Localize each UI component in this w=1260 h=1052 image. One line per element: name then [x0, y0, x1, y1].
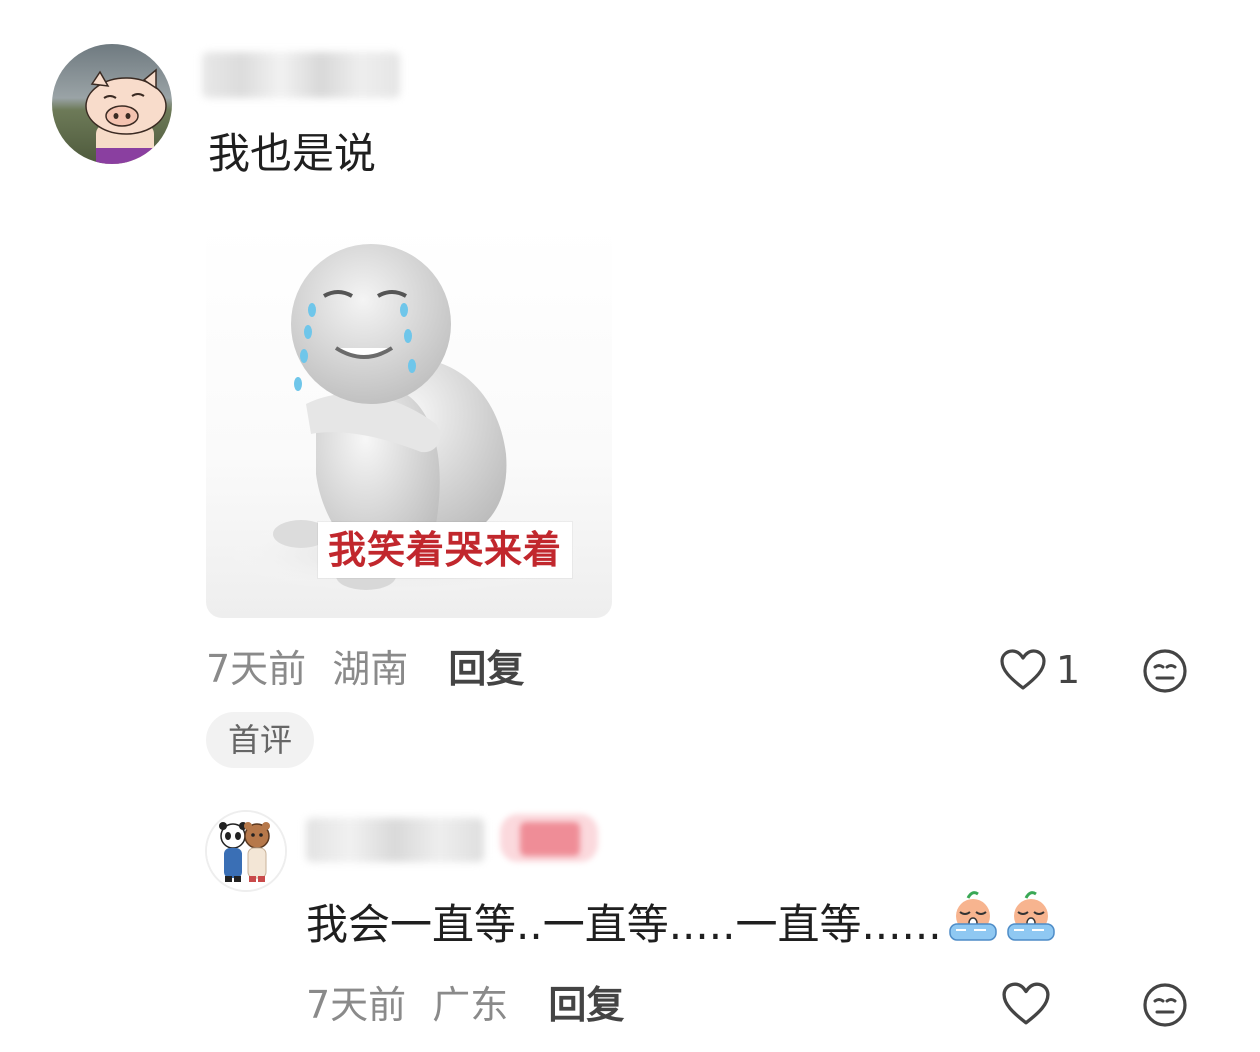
like-button[interactable]: 1	[1000, 646, 1080, 694]
replier-badge-inner-blurred	[520, 822, 580, 856]
heart-outline-icon	[1000, 649, 1046, 690]
reply-button[interactable]: 回复	[448, 647, 524, 691]
reply-time: 7天前	[306, 983, 407, 1027]
dislike-button[interactable]	[1142, 982, 1188, 1032]
reply-button[interactable]: 回复	[548, 983, 624, 1027]
replier-name-blurred[interactable]	[306, 818, 484, 862]
heart-outline-icon	[1002, 982, 1050, 1025]
like-button[interactable]	[1002, 982, 1050, 1030]
reply-meta: 7天前 广东 回复	[306, 980, 624, 1030]
cartoon-pig-avatar-icon	[52, 44, 172, 164]
replier-avatar[interactable]	[205, 810, 287, 892]
crying-emoji-icon	[1004, 890, 1058, 960]
neutral-face-icon	[1143, 649, 1187, 693]
commenter-name-blurred[interactable]	[202, 52, 400, 98]
comment-text: 我也是说	[208, 129, 377, 178]
comment-location: 湖南	[332, 647, 409, 691]
neutral-face-icon	[1143, 983, 1187, 1027]
reply-text-row: 我会一直等..一直等.....一直等......	[306, 890, 1058, 960]
commenter-avatar[interactable]	[52, 44, 172, 164]
comment-meta: 7天前 湖南 回复	[206, 644, 524, 694]
like-count: 1	[1056, 648, 1081, 692]
reply-text: 我会一直等..一直等.....一直等......	[306, 900, 942, 949]
first-comment-tag: 首评	[206, 712, 315, 768]
sticker-caption: 我笑着哭来着	[318, 522, 573, 578]
panda-and-bear-avatar-icon	[207, 812, 285, 890]
reply-location: 广东	[432, 983, 509, 1027]
comment-sticker[interactable]: 我笑着哭来着	[206, 224, 612, 618]
crying-emoji-icon	[946, 890, 1000, 960]
comment-time: 7天前	[206, 647, 307, 691]
dislike-button[interactable]	[1142, 648, 1188, 698]
